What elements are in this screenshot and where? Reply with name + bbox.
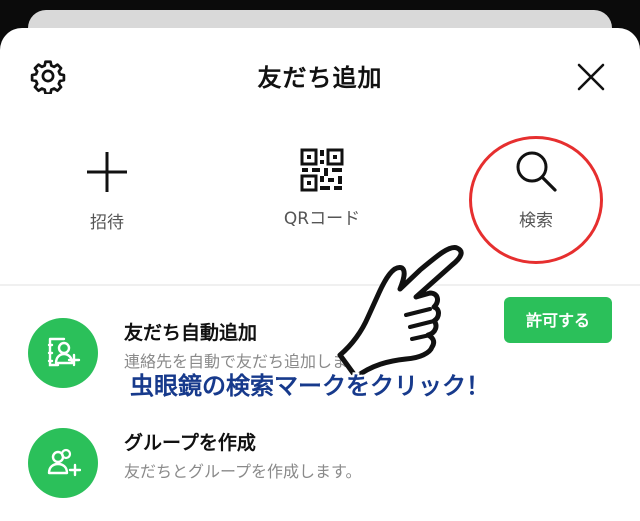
plus-icon — [87, 152, 127, 192]
contacts-add-icon — [47, 337, 81, 367]
allow-button[interactable]: 許可する — [504, 297, 612, 343]
invite-label: 招待 — [90, 213, 124, 233]
sheet-header: 友だち追加 — [0, 28, 640, 124]
instruction-caption: 虫眼鏡の検索マークをクリック！ — [130, 372, 490, 400]
avatar — [28, 318, 98, 388]
page-title: 友だち追加 — [257, 64, 383, 92]
list-item-create-group[interactable]: グループを作成 友だちとグループを作成します。 — [0, 422, 640, 506]
invite-action[interactable]: 招待 — [37, 148, 177, 233]
avatar — [28, 428, 98, 498]
search-highlight-circle — [469, 136, 603, 264]
qr-code-icon — [300, 148, 344, 192]
list-item-subtitle: 友だちとグループを作成します。 — [124, 462, 362, 481]
pointing-hand-icon — [337, 245, 464, 380]
list-item-title: 友だち自動追加 — [124, 322, 258, 344]
close-icon[interactable] — [576, 62, 606, 92]
list-item-title: グループを作成 — [124, 432, 256, 454]
group-add-icon — [47, 448, 81, 477]
